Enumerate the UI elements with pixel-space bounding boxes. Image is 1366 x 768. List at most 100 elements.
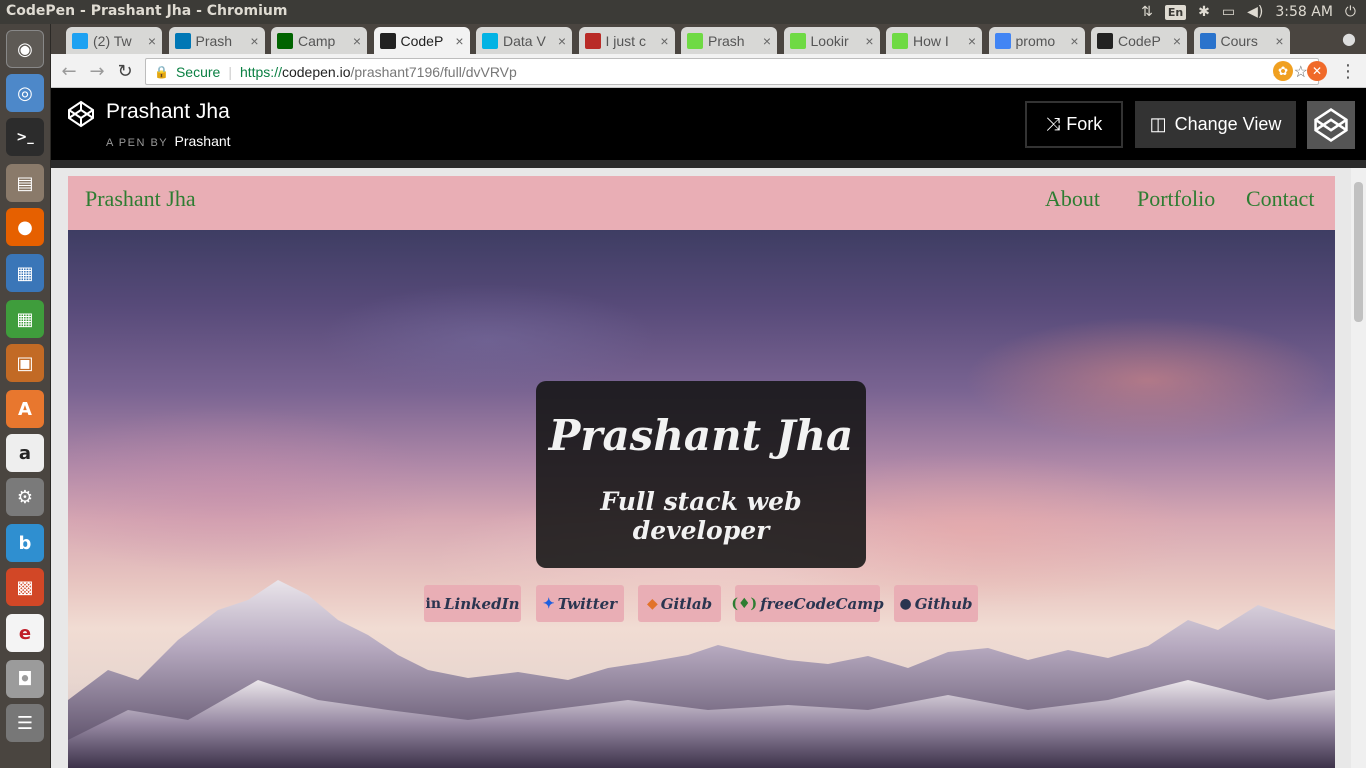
close-icon[interactable]: × <box>353 33 361 49</box>
tab-label: CodeP <box>1118 32 1161 49</box>
user-avatar[interactable] <box>1307 101 1355 149</box>
close-icon[interactable]: × <box>1173 33 1181 49</box>
settings-icon[interactable]: ⚙ <box>6 478 44 516</box>
close-icon[interactable]: × <box>1070 33 1078 49</box>
office-icon[interactable]: ▩ <box>6 568 44 606</box>
bing-icon[interactable]: b <box>6 524 44 562</box>
social-button-freecodecamp[interactable]: (♦) freeCodeCamp <box>731 585 884 622</box>
network-icon[interactable]: ⇅ <box>1141 4 1153 20</box>
top-panel: CodePen - Prashant Jha - Chromium ⇅ En ✱… <box>0 0 1366 24</box>
terminal-icon[interactable]: >_ <box>6 118 44 156</box>
twitter-icon: ✦ <box>542 595 555 612</box>
close-icon[interactable]: × <box>660 33 668 49</box>
volume-icon[interactable]: ◀) <box>1247 4 1263 20</box>
bookmark-star-icon[interactable]: ☆ <box>1294 62 1308 82</box>
calc-icon[interactable]: ▦ <box>6 300 44 338</box>
google-icon <box>994 32 1011 49</box>
freecodecamp-icon <box>277 32 293 49</box>
close-icon[interactable]: × <box>865 33 873 49</box>
firefox-icon[interactable]: ● <box>6 208 44 246</box>
browser-tab[interactable]: How I × <box>886 27 982 54</box>
freecodecamp-icon: (♦) <box>731 595 758 612</box>
evolution-icon[interactable]: e <box>6 614 44 652</box>
browser-tab[interactable]: Prash × <box>168 27 265 54</box>
browser-tab[interactable]: CodeP × <box>1091 27 1187 54</box>
workspaces-icon[interactable]: ☰ <box>6 704 44 742</box>
secure-label: Secure <box>175 63 221 80</box>
browser-tab[interactable]: Prash × <box>681 27 777 54</box>
battery-icon[interactable]: ▭ <box>1222 4 1235 20</box>
power-icon[interactable]: ⏻ <box>1345 4 1356 20</box>
browser-tab[interactable]: Data V × <box>476 27 572 54</box>
social-button-twitter[interactable]: ✦ Twitter <box>536 585 624 622</box>
browser-tab[interactable]: Lookir × <box>783 27 880 54</box>
address-bar[interactable]: 🔒 Secure | https:// codepen.io /prashant… <box>145 58 1319 85</box>
writer-icon[interactable]: ▦ <box>6 254 44 292</box>
chromium-icon[interactable]: ◎ <box>6 74 44 112</box>
tab-label: Cours <box>1220 32 1258 49</box>
tab-label: CodeP <box>400 32 444 49</box>
tab-label: Prash <box>195 32 233 49</box>
quora-icon <box>584 32 601 49</box>
back-button[interactable]: ← <box>57 60 81 82</box>
codepen-logo-icon[interactable] <box>67 100 95 132</box>
browser-tab[interactable]: Cours × <box>1193 27 1290 54</box>
profile-icon[interactable]: ● <box>1336 27 1362 49</box>
keyboard-layout-indicator[interactable]: En <box>1164 4 1187 20</box>
dash-icon[interactable]: ◉ <box>6 30 44 68</box>
scrollbar-thumb[interactable] <box>1354 182 1363 322</box>
social-button-github[interactable]: ● Github <box>894 585 978 622</box>
hero-card: Prashant Jha Full stack web developer <box>536 381 866 568</box>
amazon-icon[interactable]: a <box>6 434 44 472</box>
close-icon[interactable]: × <box>250 33 258 49</box>
forward-button[interactable]: → <box>85 60 109 82</box>
view-icon: ◫ <box>1149 114 1167 134</box>
browser-tab[interactable]: I just c × <box>578 27 675 54</box>
linkedin-icon: in <box>425 595 442 612</box>
browser-tab[interactable]: Camp × <box>271 27 367 54</box>
close-icon[interactable]: × <box>148 33 156 49</box>
social-label: Gitlab <box>660 594 713 613</box>
menu-icon[interactable]: ⋮ <box>1336 60 1360 82</box>
upwork-icon <box>687 32 703 49</box>
site-navbar: Prashant Jha About Portfolio Contact <box>68 176 1335 230</box>
close-icon[interactable]: × <box>968 33 976 49</box>
hero-role: Full stack web developer <box>600 487 802 545</box>
files-icon[interactable]: ▤ <box>6 164 44 202</box>
browser-tab[interactable]: CodeP × <box>373 27 470 54</box>
change-view-button[interactable]: ◫ Change View <box>1135 101 1296 148</box>
pen-byline: A PEN BY Prashant <box>106 133 231 149</box>
close-icon[interactable]: × <box>455 33 463 49</box>
byline-label: A PEN BY <box>106 137 168 149</box>
bluetooth-icon[interactable]: ✱ <box>1198 4 1210 20</box>
social-button-linkedin[interactable]: in LinkedIn <box>424 585 521 622</box>
tab-label: Data V <box>503 32 546 49</box>
tab-label: How I <box>913 32 949 49</box>
nav-link-about[interactable]: About <box>1045 186 1100 212</box>
browser-window: (2) Tw × Prash × Camp × CodeP × Data V × I just c ×… <box>51 24 1366 768</box>
browser-tab[interactable]: (2) Tw × <box>66 27 162 54</box>
close-icon[interactable]: × <box>558 33 566 49</box>
impress-icon[interactable]: ▣ <box>6 344 44 382</box>
fork-button[interactable]: ⤨ Fork <box>1025 101 1123 148</box>
browser-tab[interactable]: promo × <box>988 27 1085 54</box>
reload-button[interactable]: ↻ <box>113 60 137 82</box>
site-brand[interactable]: Prashant Jha <box>85 186 196 212</box>
page-scrollbar[interactable] <box>1351 168 1366 768</box>
close-icon[interactable]: × <box>1275 33 1283 49</box>
software-center-icon[interactable]: A <box>6 390 44 428</box>
tab-label: Lookir <box>810 32 849 49</box>
launcher: ◉ ◎ >_ ▤ ● ▦ ▦ ▣ A a ⚙ b ▩ e ◘ ☰ <box>0 24 51 768</box>
github-icon: ● <box>899 595 912 612</box>
social-label: freeCodeCamp <box>760 594 884 613</box>
social-button-gitlab[interactable]: ◆ Gitlab <box>638 585 721 622</box>
nav-link-contact[interactable]: Contact <box>1246 186 1314 212</box>
camera-icon[interactable]: ◘ <box>6 660 44 698</box>
fork-label: Fork <box>1066 114 1103 134</box>
clock[interactable]: 3:58 AM <box>1275 4 1333 20</box>
close-icon[interactable]: × <box>763 33 771 49</box>
extension-icon[interactable]: ✕ <box>1307 61 1327 81</box>
nav-link-portfolio[interactable]: Portfolio <box>1137 186 1215 212</box>
pen-author-link[interactable]: Prashant <box>175 133 231 149</box>
extension-icon[interactable]: ✿ <box>1273 61 1293 81</box>
